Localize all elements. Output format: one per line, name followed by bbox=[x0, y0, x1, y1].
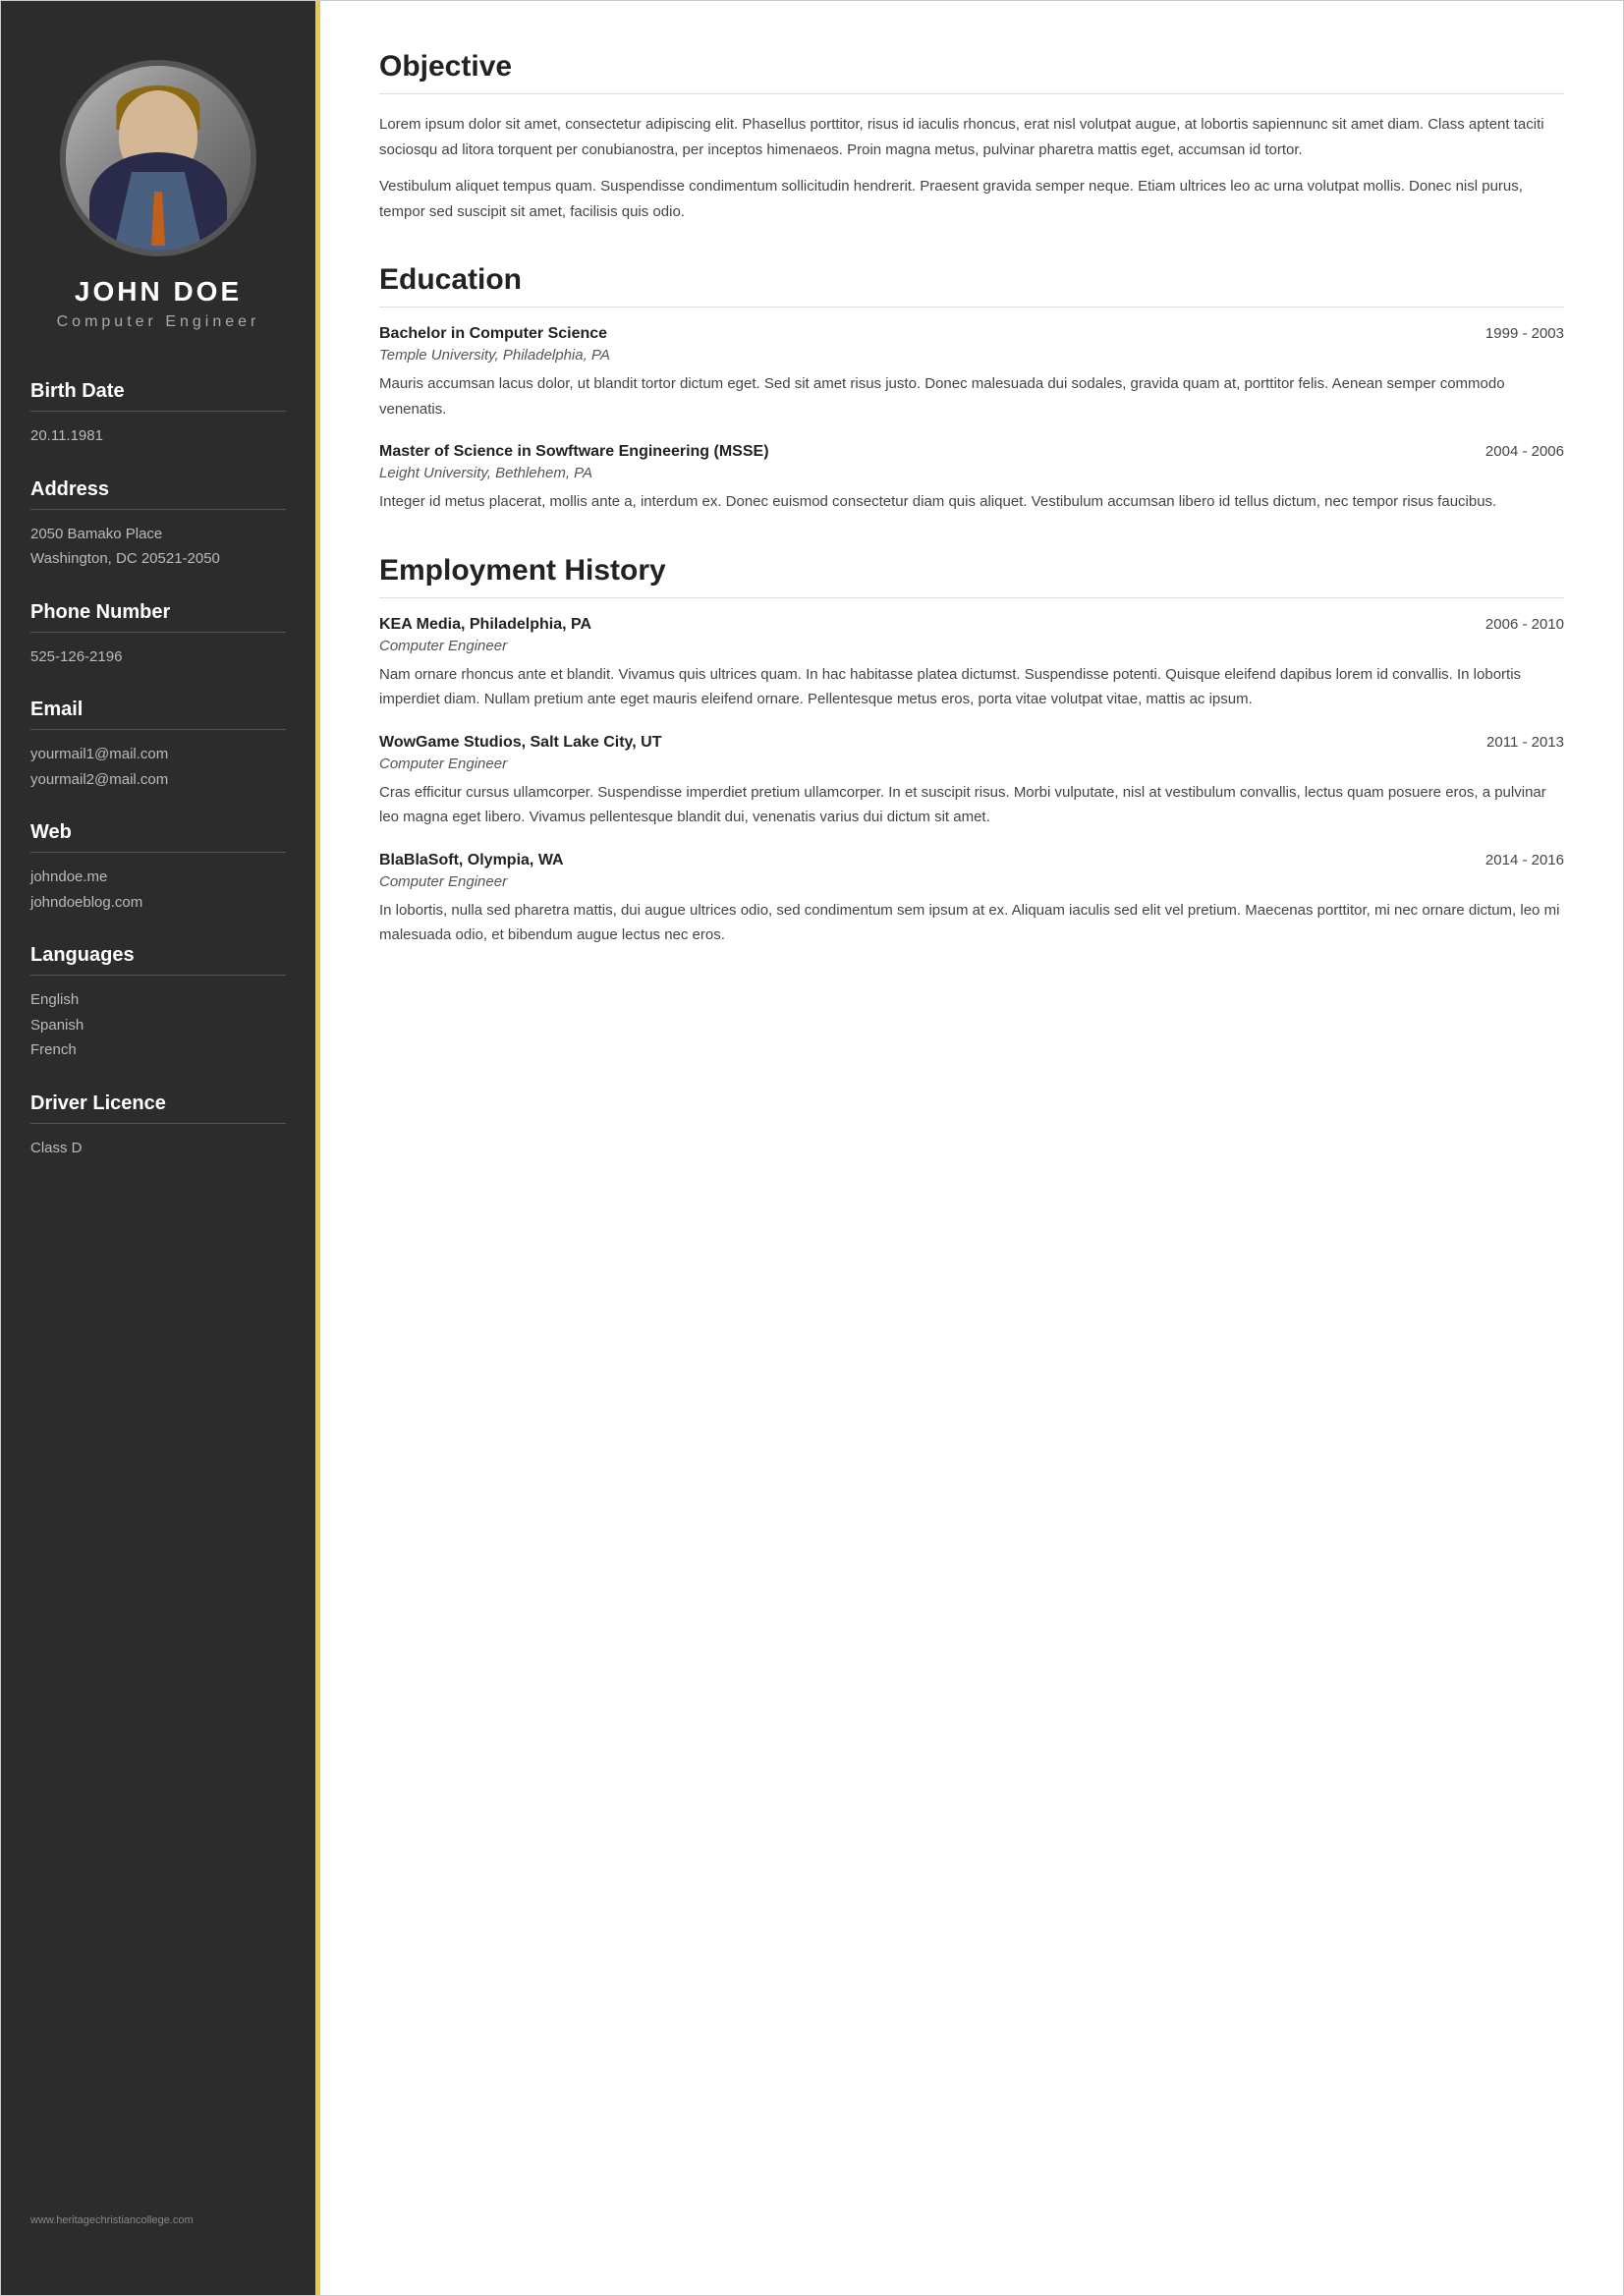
sidebar-address-section: Address 2050 Bamako Place Washington, DC… bbox=[1, 478, 315, 572]
objective-section: Objective Lorem ipsum dolor sit amet, co… bbox=[379, 50, 1564, 224]
job-entry-0: KEA Media, Philadelphia, PA 2006 - 2010 … bbox=[379, 616, 1564, 712]
job-entry-1-subtitle: Computer Engineer bbox=[379, 756, 1564, 772]
resume-container: JOHN DOE Computer Engineer Birth Date 20… bbox=[0, 0, 1624, 2296]
avatar-section: JOHN DOE Computer Engineer bbox=[28, 1, 290, 351]
sidebar-licence-section: Driver Licence Class D bbox=[1, 1092, 315, 1161]
email-value2: yourmail2@mail.com bbox=[30, 767, 286, 793]
job-title: Computer Engineer bbox=[57, 313, 260, 331]
job-entry-0-date: 2006 - 2010 bbox=[1485, 616, 1564, 633]
job-entry-0-desc: Nam ornare rhoncus ante et blandit. Viva… bbox=[379, 662, 1564, 712]
edu-entry-1: Master of Science in Sowftware Engineeri… bbox=[379, 443, 1564, 515]
avatar-image bbox=[66, 66, 251, 251]
birth-label: Birth Date bbox=[30, 380, 286, 412]
job-entry-0-header: KEA Media, Philadelphia, PA 2006 - 2010 bbox=[379, 616, 1564, 634]
edu-entry-1-title: Master of Science in Sowftware Engineeri… bbox=[379, 443, 769, 461]
address-line2: Washington, DC 20521-2050 bbox=[30, 546, 286, 572]
education-section: Education Bachelor in Computer Science 1… bbox=[379, 263, 1564, 515]
edu-entry-1-header: Master of Science in Sowftware Engineeri… bbox=[379, 443, 1564, 461]
email-label: Email bbox=[30, 699, 286, 730]
edu-entry-1-date: 2004 - 2006 bbox=[1485, 443, 1564, 460]
job-entry-1: WowGame Studios, Salt Lake City, UT 2011… bbox=[379, 734, 1564, 830]
job-entry-0-subtitle: Computer Engineer bbox=[379, 638, 1564, 654]
objective-title: Objective bbox=[379, 50, 1564, 94]
sidebar-phone-section: Phone Number 525-126-2196 bbox=[1, 601, 315, 670]
name-title-block: JOHN DOE Computer Engineer bbox=[57, 276, 260, 331]
education-title: Education bbox=[379, 263, 1564, 308]
full-name: JOHN DOE bbox=[57, 276, 260, 308]
avatar-body bbox=[89, 152, 227, 251]
sidebar: JOHN DOE Computer Engineer Birth Date 20… bbox=[1, 1, 315, 2295]
job-entry-2-title: BlaBlaSoft, Olympia, WA bbox=[379, 852, 564, 869]
phone-value: 525-126-2196 bbox=[30, 644, 286, 670]
employment-title: Employment History bbox=[379, 554, 1564, 598]
sidebar-email-section: Email yourmail1@mail.com yourmail2@mail.… bbox=[1, 699, 315, 792]
lang-spanish: Spanish bbox=[30, 1013, 286, 1038]
sidebar-languages-section: Languages English Spanish French bbox=[1, 944, 315, 1063]
job-entry-1-title: WowGame Studios, Salt Lake City, UT bbox=[379, 734, 661, 752]
licence-label: Driver Licence bbox=[30, 1092, 286, 1124]
address-label: Address bbox=[30, 478, 286, 510]
edu-entry-1-subtitle: Leight University, Bethlehem, PA bbox=[379, 465, 1564, 481]
sidebar-birth-section: Birth Date 20.11.1981 bbox=[1, 380, 315, 449]
web-value1: johndoe.me bbox=[30, 865, 286, 890]
edu-entry-0-desc: Mauris accumsan lacus dolor, ut blandit … bbox=[379, 371, 1564, 421]
birth-value: 20.11.1981 bbox=[30, 423, 286, 449]
watermark: www.heritagechristiancollege.com bbox=[1, 2205, 315, 2236]
sidebar-web-section: Web johndoe.me johndoeblog.com bbox=[1, 821, 315, 915]
employment-section: Employment History KEA Media, Philadelph… bbox=[379, 554, 1564, 948]
objective-para2: Vestibulum aliquet tempus quam. Suspendi… bbox=[379, 174, 1564, 224]
address-line1: 2050 Bamako Place bbox=[30, 522, 286, 547]
licence-value: Class D bbox=[30, 1136, 286, 1161]
job-entry-2-subtitle: Computer Engineer bbox=[379, 873, 1564, 890]
web-value2: johndoeblog.com bbox=[30, 890, 286, 916]
job-entry-0-title: KEA Media, Philadelphia, PA bbox=[379, 616, 591, 634]
edu-entry-0-title: Bachelor in Computer Science bbox=[379, 325, 607, 343]
email-value1: yourmail1@mail.com bbox=[30, 742, 286, 767]
objective-para1: Lorem ipsum dolor sit amet, consectetur … bbox=[379, 112, 1564, 162]
job-entry-1-desc: Cras efficitur cursus ullamcorper. Suspe… bbox=[379, 780, 1564, 830]
job-entry-1-header: WowGame Studios, Salt Lake City, UT 2011… bbox=[379, 734, 1564, 752]
job-entry-2-desc: In lobortis, nulla sed pharetra mattis, … bbox=[379, 898, 1564, 948]
phone-label: Phone Number bbox=[30, 601, 286, 633]
job-entry-1-date: 2011 - 2013 bbox=[1486, 734, 1564, 751]
edu-entry-0: Bachelor in Computer Science 1999 - 2003… bbox=[379, 325, 1564, 421]
edu-entry-0-subtitle: Temple University, Philadelphia, PA bbox=[379, 347, 1564, 364]
main-content: Objective Lorem ipsum dolor sit amet, co… bbox=[315, 1, 1623, 2295]
lang-english: English bbox=[30, 987, 286, 1013]
edu-entry-1-desc: Integer id metus placerat, mollis ante a… bbox=[379, 489, 1564, 515]
edu-entry-0-date: 1999 - 2003 bbox=[1485, 325, 1564, 342]
job-entry-2-header: BlaBlaSoft, Olympia, WA 2014 - 2016 bbox=[379, 852, 1564, 869]
web-label: Web bbox=[30, 821, 286, 853]
avatar bbox=[60, 60, 256, 256]
edu-entry-0-header: Bachelor in Computer Science 1999 - 2003 bbox=[379, 325, 1564, 343]
job-entry-2: BlaBlaSoft, Olympia, WA 2014 - 2016 Comp… bbox=[379, 852, 1564, 948]
languages-label: Languages bbox=[30, 944, 286, 976]
lang-french: French bbox=[30, 1037, 286, 1063]
job-entry-2-date: 2014 - 2016 bbox=[1485, 852, 1564, 868]
